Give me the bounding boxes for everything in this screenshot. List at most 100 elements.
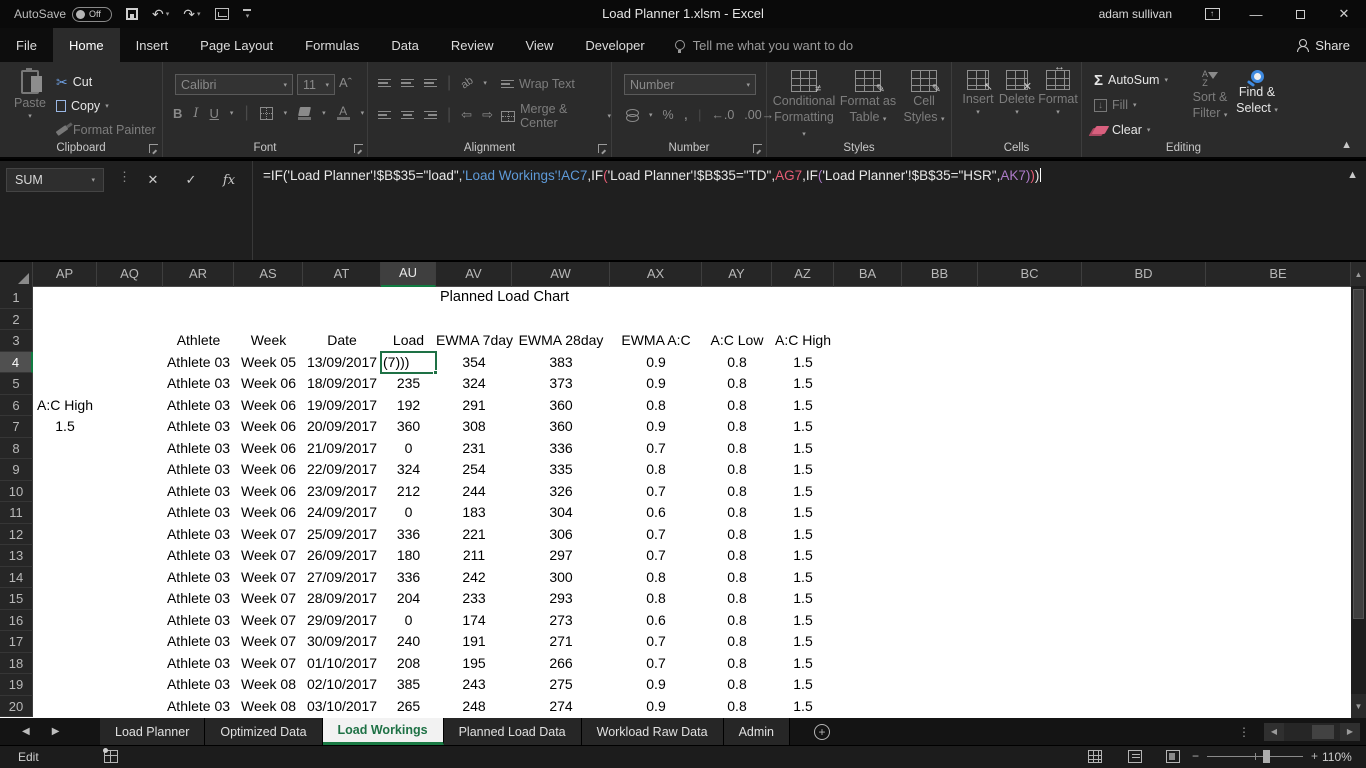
cell-AU1[interactable] — [381, 287, 436, 309]
cell-AS20[interactable]: Week 08 — [234, 696, 303, 718]
cell-AS1[interactable] — [234, 287, 303, 309]
cell-AX6[interactable]: 0.8 — [610, 395, 702, 417]
cell-BA7[interactable] — [834, 416, 902, 438]
cell-AQ4[interactable] — [97, 352, 163, 374]
cell-AT18[interactable]: 01/10/2017 — [303, 653, 381, 675]
row-header-3[interactable]: 3 — [0, 330, 33, 352]
cell-AQ1[interactable] — [97, 287, 163, 309]
bold-button[interactable]: B — [173, 106, 182, 121]
format-painter-button[interactable]: Format Painter — [56, 120, 156, 140]
row-header-19[interactable]: 19 — [0, 674, 33, 696]
cell-BA4[interactable] — [834, 352, 902, 374]
cell-AV8[interactable]: 231 — [436, 438, 512, 460]
cell-BD5[interactable] — [1082, 373, 1206, 395]
cell-BA10[interactable] — [834, 481, 902, 503]
cell-BA1[interactable] — [834, 287, 902, 309]
cell-BD13[interactable] — [1082, 545, 1206, 567]
cell-AW16[interactable]: 273 — [512, 610, 610, 632]
cell-AV4[interactable]: 354 — [436, 352, 512, 374]
wrap-text-button[interactable]: Wrap Text — [501, 74, 575, 94]
cell-AQ2[interactable] — [97, 309, 163, 331]
customize-qat-button[interactable]: ▾ — [243, 9, 251, 20]
cell-BA12[interactable] — [834, 524, 902, 546]
column-header-BB[interactable]: BB — [902, 262, 978, 287]
cell-AP18[interactable] — [33, 653, 97, 675]
cell-AT3[interactable]: Date — [303, 330, 381, 352]
cell-AT4[interactable]: 13/09/2017 — [303, 352, 381, 374]
cell-AT19[interactable]: 02/10/2017 — [303, 674, 381, 696]
increase-indent-icon[interactable]: ⇨ — [482, 107, 493, 123]
cell-AR15[interactable]: Athlete 03 — [163, 588, 234, 610]
scroll-down-icon[interactable]: ▼ — [1351, 694, 1366, 718]
cell-AU16[interactable]: 0 — [381, 610, 436, 632]
cell-AP4[interactable] — [33, 352, 97, 374]
cell-BA2[interactable] — [834, 309, 902, 331]
cell-AZ9[interactable]: 1.5 — [772, 459, 834, 481]
font-size-combo[interactable]: 11▾ — [297, 74, 335, 95]
cell-BB2[interactable] — [902, 309, 978, 331]
cell-AS6[interactable]: Week 06 — [234, 395, 303, 417]
cell-AR12[interactable]: Athlete 03 — [163, 524, 234, 546]
column-header-BC[interactable]: BC — [978, 262, 1082, 287]
sheet-tab-optimized-data[interactable]: Optimized Data — [205, 718, 322, 745]
cell-AY19[interactable]: 0.8 — [702, 674, 772, 696]
cell-AT7[interactable]: 20/09/2017 — [303, 416, 381, 438]
cell-AS3[interactable]: Week — [234, 330, 303, 352]
percent-style-icon[interactable]: % — [663, 108, 674, 122]
ribbon-tab-data[interactable]: Data — [375, 28, 434, 62]
sheet-tab-load-workings[interactable]: Load Workings — [323, 718, 444, 745]
cell-AQ12[interactable] — [97, 524, 163, 546]
cell-AQ16[interactable] — [97, 610, 163, 632]
ribbon-tab-file[interactable]: File — [0, 28, 53, 62]
cell-BE11[interactable] — [1206, 502, 1351, 524]
cell-AS13[interactable]: Week 07 — [234, 545, 303, 567]
cell-BE10[interactable] — [1206, 481, 1351, 503]
cell-AT2[interactable] — [303, 309, 381, 331]
cell-AS15[interactable]: Week 07 — [234, 588, 303, 610]
column-header-AR[interactable]: AR — [163, 262, 234, 287]
name-box-dropdown-icon[interactable]: ▾ — [91, 176, 95, 184]
row-header-5[interactable]: 5 — [0, 373, 33, 395]
row-header-2[interactable]: 2 — [0, 309, 33, 331]
cell-BE14[interactable] — [1206, 567, 1351, 589]
fill-color-dropdown-icon[interactable]: ▾ — [322, 109, 326, 117]
sheet-tab-workload-raw-data[interactable]: Workload Raw Data — [582, 718, 724, 745]
column-header-AP[interactable]: AP — [33, 262, 97, 287]
cell-BB12[interactable] — [902, 524, 978, 546]
zoom-slider-thumb[interactable] — [1263, 750, 1270, 763]
column-header-AX[interactable]: AX — [610, 262, 702, 287]
cell-BD6[interactable] — [1082, 395, 1206, 417]
new-sheet-button[interactable]: + — [814, 724, 830, 740]
cell-AW11[interactable]: 304 — [512, 502, 610, 524]
cut-button[interactable]: ✂Cut — [56, 72, 92, 92]
zoom-slider[interactable] — [1207, 756, 1303, 757]
cell-AX2[interactable] — [610, 309, 702, 331]
merge-center-button[interactable]: Merge & Center▾ — [501, 106, 611, 126]
cell-AV11[interactable]: 183 — [436, 502, 512, 524]
undo-dropdown-icon[interactable]: ▾ — [166, 11, 170, 18]
ribbon-display-options-button[interactable]: ↑ — [1190, 0, 1234, 28]
cell-AZ4[interactable]: 1.5 — [772, 352, 834, 374]
ribbon-tab-insert[interactable]: Insert — [120, 28, 185, 62]
cell-AU19[interactable]: 385 — [381, 674, 436, 696]
sheet-nav-next-icon[interactable]: ▶ — [52, 726, 60, 737]
italic-button[interactable]: I — [193, 106, 198, 121]
row-header-4[interactable]: 4 — [0, 352, 33, 374]
macro-record-icon[interactable] — [104, 750, 118, 763]
cell-AY14[interactable]: 0.8 — [702, 567, 772, 589]
scroll-up-icon[interactable]: ▲ — [1351, 262, 1366, 286]
cell-AW20[interactable]: 274 — [512, 696, 610, 718]
cell-AP3[interactable] — [33, 330, 97, 352]
row-header-10[interactable]: 10 — [0, 481, 33, 503]
increase-decimal-icon[interactable]: ←.0 — [711, 108, 734, 122]
cell-BC13[interactable] — [978, 545, 1082, 567]
cell-BB3[interactable] — [902, 330, 978, 352]
find-select-button[interactable]: Find &Select ▾ — [1234, 70, 1280, 116]
cell-AU7[interactable]: 360 — [381, 416, 436, 438]
cell-AW7[interactable]: 360 — [512, 416, 610, 438]
cell-AQ10[interactable] — [97, 481, 163, 503]
cell-AZ5[interactable]: 1.5 — [772, 373, 834, 395]
cell-AW18[interactable]: 266 — [512, 653, 610, 675]
cell-AR14[interactable]: Athlete 03 — [163, 567, 234, 589]
borders-icon[interactable] — [260, 107, 273, 120]
